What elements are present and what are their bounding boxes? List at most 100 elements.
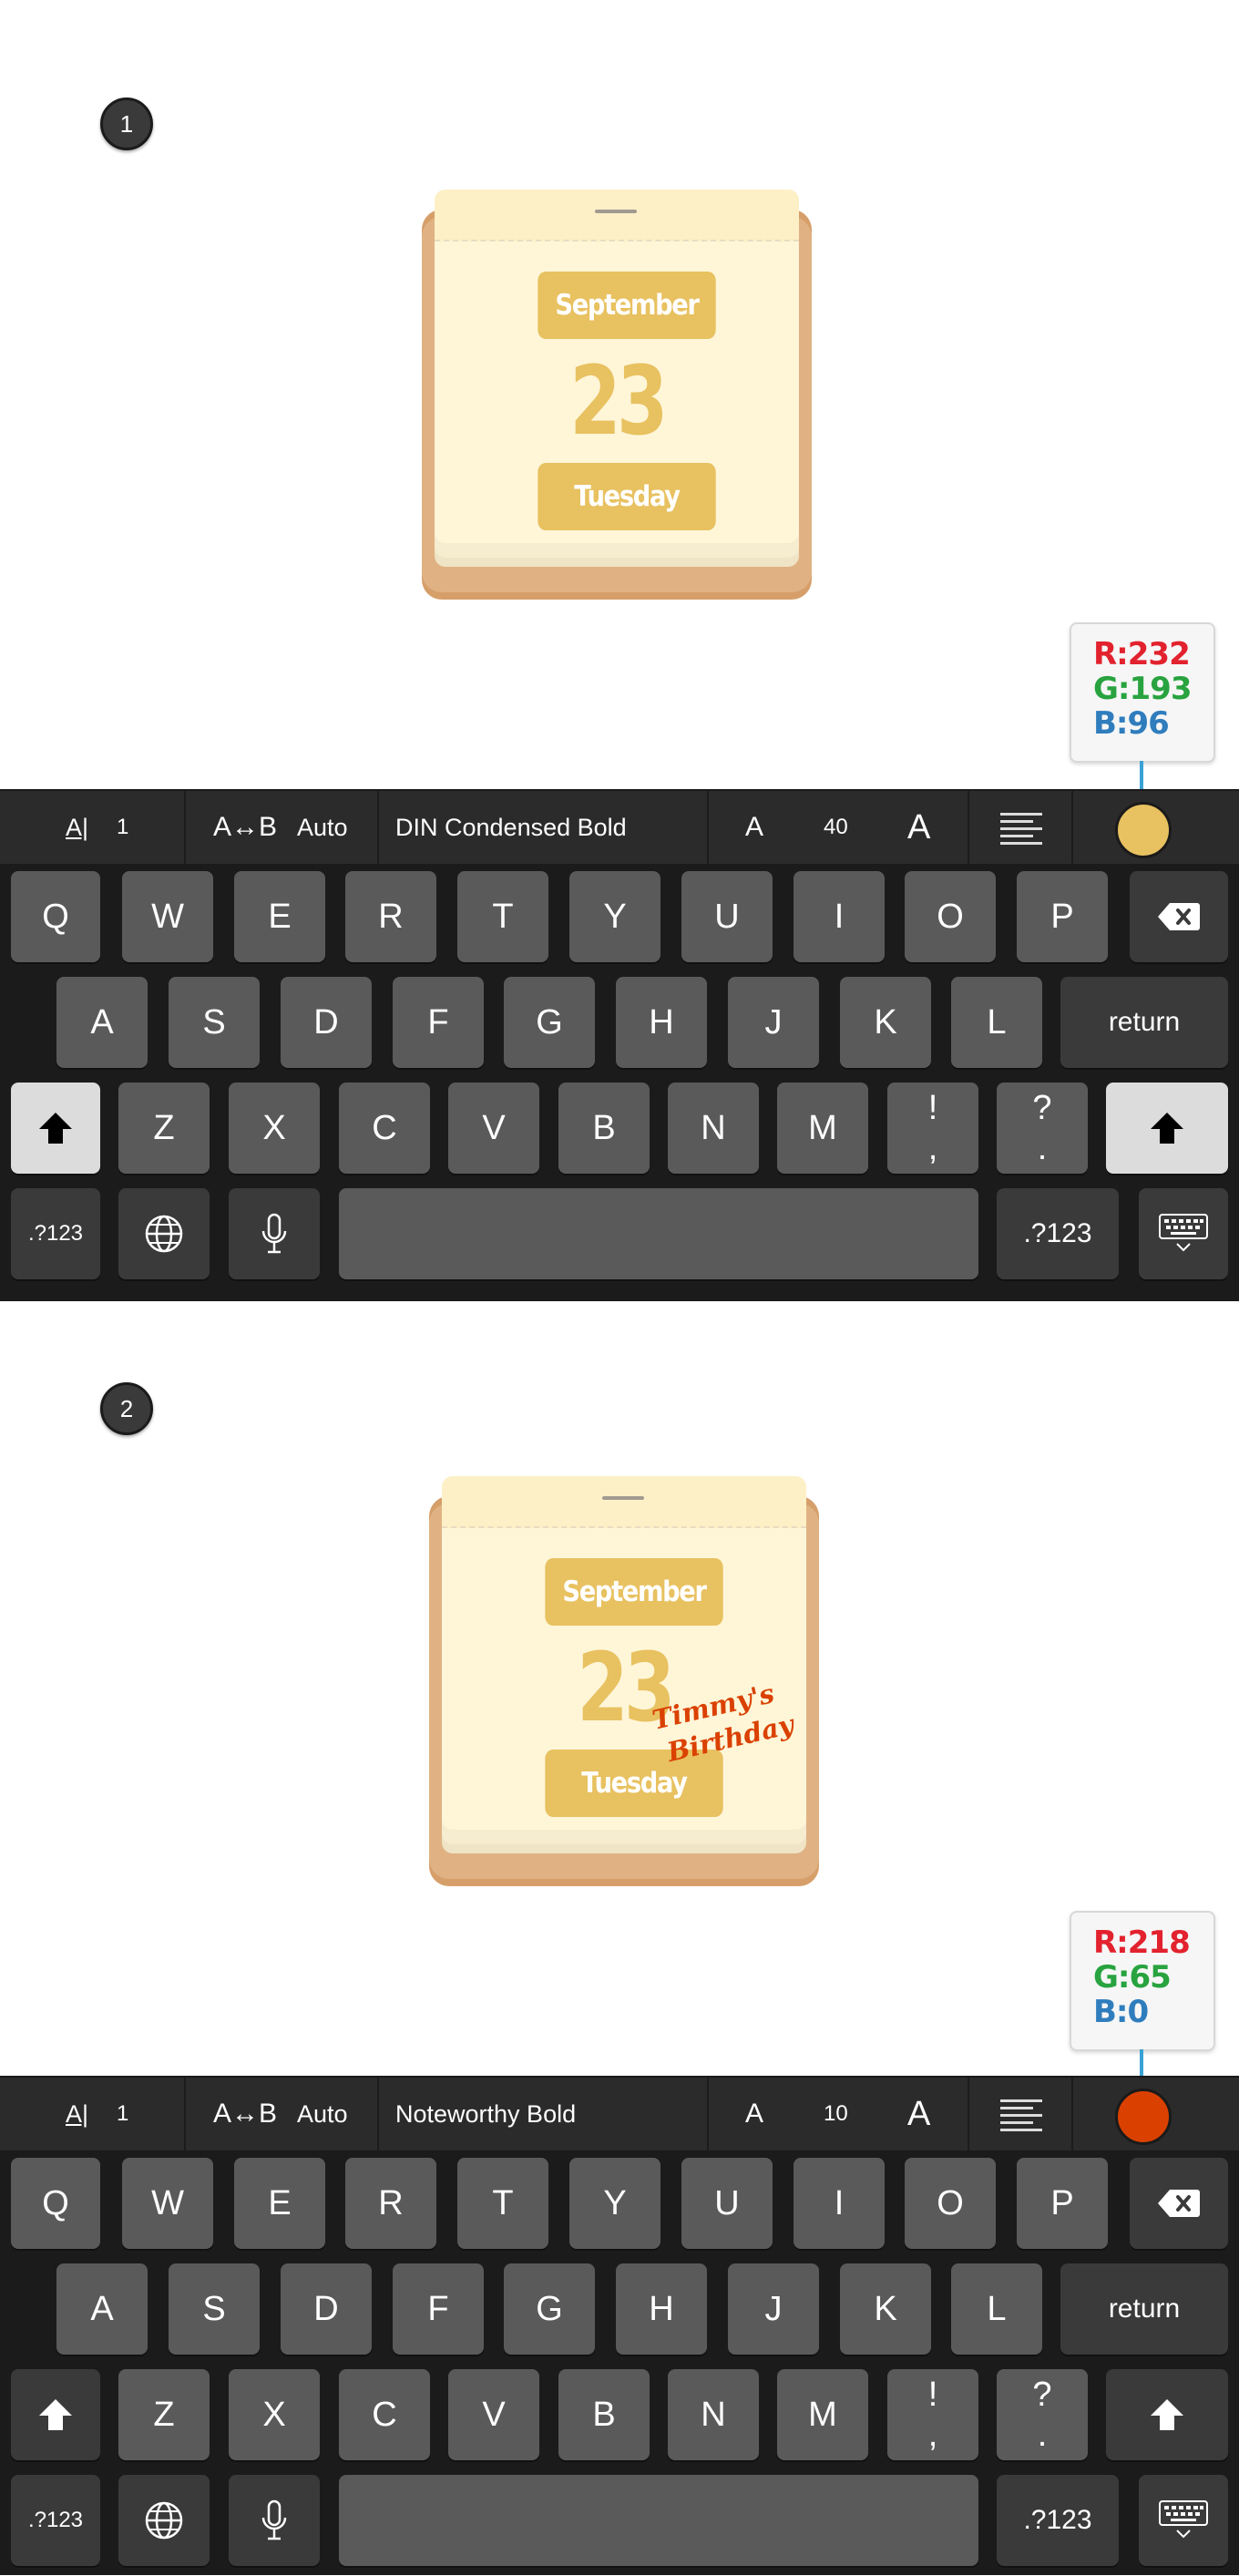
key-e[interactable]: E [234,871,325,962]
return-key[interactable]: return [1060,977,1228,1068]
key-x[interactable]: X [229,2369,320,2460]
key-n[interactable]: N [668,1083,759,1174]
key-question-period[interactable]: ? . [997,1083,1088,1174]
key-o[interactable]: O [905,2158,996,2249]
key-a[interactable]: A [56,2263,148,2355]
line-spacing-control[interactable]: A| 1 [0,2078,186,2150]
key-x[interactable]: X [229,1083,320,1174]
key-s[interactable]: S [169,977,260,1068]
key-k[interactable]: K [840,977,931,1068]
align-left-icon[interactable] [969,791,1073,864]
key-k[interactable]: K [840,2263,931,2355]
key-m[interactable]: M [777,1083,868,1174]
key-u[interactable]: U [681,2158,773,2249]
key-p[interactable]: P [1017,2158,1108,2249]
key-i[interactable]: I [794,2158,885,2249]
key-v[interactable]: V [448,1083,539,1174]
key-j[interactable]: J [728,977,819,1068]
key-b[interactable]: B [558,2369,650,2460]
dismiss-keyboard-key[interactable] [1139,2475,1228,2566]
font-picker[interactable]: DIN Condensed Bold [379,791,709,864]
space-key[interactable] [339,1188,978,1279]
key-o[interactable]: O [905,871,996,962]
text-color-swatch[interactable] [1115,2089,1172,2145]
key-z[interactable]: Z [118,2369,210,2460]
key-z[interactable]: Z [118,1083,210,1174]
key-exclamation-comma[interactable]: ! , [887,1083,978,1174]
backspace-icon [1158,2190,1200,2217]
shift-key-left[interactable] [11,1083,100,1174]
font-picker[interactable]: Noteworthy Bold [379,2078,709,2150]
globe-key[interactable] [118,1188,210,1279]
shift-key-left[interactable] [11,2369,100,2460]
key-punct-bottom: . [1037,1129,1048,1167]
numbers-key-right[interactable]: .?123 [997,1188,1119,1279]
font-size-control[interactable]: A 40 A [709,791,969,864]
key-t[interactable]: T [457,871,548,962]
key-f[interactable]: F [393,2263,484,2355]
key-u[interactable]: U [681,871,773,962]
key-y[interactable]: Y [569,871,660,962]
key-d[interactable]: D [281,977,372,1068]
keyboard: Q W E R T Y U I O P A S D F G H J K L re… [0,2150,1239,2575]
backspace-key[interactable] [1130,2158,1228,2249]
key-b[interactable]: B [558,1083,650,1174]
key-w[interactable]: W [122,871,213,962]
font-size-value: 10 [824,2101,848,2126]
key-e[interactable]: E [234,2158,325,2249]
key-y[interactable]: Y [569,2158,660,2249]
key-h[interactable]: H [616,2263,707,2355]
key-i[interactable]: I [794,871,885,962]
key-l[interactable]: L [951,2263,1042,2355]
key-q[interactable]: Q [11,871,100,962]
key-question-period[interactable]: ? . [997,2369,1088,2460]
key-r[interactable]: R [345,871,436,962]
space-key[interactable] [339,2475,978,2566]
key-punct-bottom: . [1037,2416,1048,2454]
key-v[interactable]: V [448,2369,539,2460]
line-spacing-control[interactable]: A| 1 [0,791,186,864]
tracking-control[interactable]: A↔B Auto [186,2078,379,2150]
align-left-icon[interactable] [969,2078,1073,2150]
numbers-key[interactable]: .?123 [11,1188,100,1279]
key-c[interactable]: C [339,1083,430,1174]
calendar-icon: September 23 Tuesday Timmy's Birthday [429,1476,819,1886]
key-t[interactable]: T [457,2158,548,2249]
key-d[interactable]: D [281,2263,372,2355]
tracking-control[interactable]: A↔B Auto [186,791,379,864]
key-p[interactable]: P [1017,871,1108,962]
key-q[interactable]: Q [11,2158,100,2249]
key-exclamation-comma[interactable]: ! , [887,2369,978,2460]
key-c[interactable]: C [339,2369,430,2460]
key-g[interactable]: G [504,2263,595,2355]
font-size-control[interactable]: A 10 A [709,2078,969,2150]
key-n[interactable]: N [668,2369,759,2460]
globe-key[interactable] [118,2475,210,2566]
return-key[interactable]: return [1060,2263,1228,2355]
key-j[interactable]: J [728,2263,819,2355]
globe-icon [145,1215,183,1253]
key-l[interactable]: L [951,977,1042,1068]
key-a[interactable]: A [56,977,148,1068]
key-m[interactable]: M [777,2369,868,2460]
shift-key-right[interactable] [1106,1083,1228,1174]
key-w[interactable]: W [122,2158,213,2249]
keyboard: Q W E R T Y U I O P A S D F G H J K L re… [0,864,1239,1301]
increase-size-icon[interactable]: A [907,791,930,864]
microphone-key[interactable] [229,1188,320,1279]
numbers-key[interactable]: .?123 [11,2475,100,2566]
increase-size-icon[interactable]: A [907,2078,930,2150]
key-h[interactable]: H [616,977,707,1068]
key-r[interactable]: R [345,2158,436,2249]
dismiss-keyboard-key[interactable] [1139,1188,1228,1279]
text-color-swatch[interactable] [1115,802,1172,858]
shift-key-right[interactable] [1106,2369,1228,2460]
numbers-key-right[interactable]: .?123 [997,2475,1119,2566]
decrease-size-icon[interactable]: A [745,791,763,864]
key-f[interactable]: F [393,977,484,1068]
decrease-size-icon[interactable]: A [745,2078,763,2150]
backspace-key[interactable] [1130,871,1228,962]
key-s[interactable]: S [169,2263,260,2355]
microphone-key[interactable] [229,2475,320,2566]
key-g[interactable]: G [504,977,595,1068]
